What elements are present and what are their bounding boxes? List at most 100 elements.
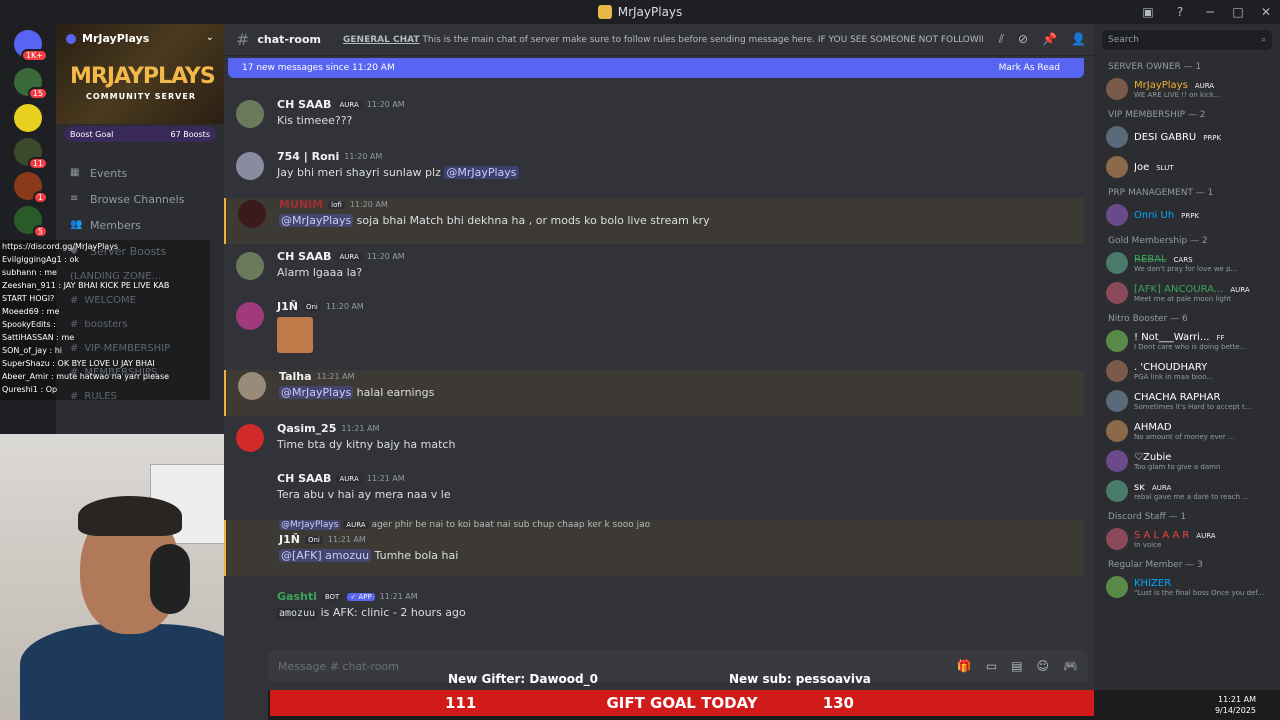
pin-icon[interactable]: 📌: [1042, 32, 1057, 47]
nav-events[interactable]: ▦ Events: [64, 160, 216, 186]
server-icon[interactable]: 15: [14, 68, 48, 100]
gift-goal-label: GIFT GOAL TODAY: [606, 694, 758, 712]
server-banner[interactable]: MrJayPlays ⌄ MRJAYPLAYS COMMUNITY SERVER: [56, 24, 224, 124]
member-item[interactable]: Joe SLUT: [1094, 152, 1280, 182]
user-mention[interactable]: @MrJayPlays: [444, 166, 519, 179]
member-name: DESI GABRU PRPK: [1134, 132, 1274, 143]
user-mention[interactable]: @MrJayPlays: [279, 386, 354, 399]
role-tag: AURA: [336, 100, 362, 109]
overlay-line: Moeed69 : me: [2, 307, 60, 316]
gift-target: 130: [822, 694, 854, 712]
search-input[interactable]: Search ⌕: [1102, 30, 1272, 50]
member-name: AHMAD: [1134, 421, 1172, 433]
avatar[interactable]: [238, 200, 266, 228]
member-item[interactable]: KHIZER "Lust is the final boss Once you d…: [1094, 572, 1280, 602]
mute-icon[interactable]: ⊘: [1018, 32, 1028, 47]
avatar[interactable]: [236, 152, 264, 180]
member-status: No amount of money ever ...: [1134, 432, 1235, 441]
member-item[interactable]: ♡Zubie Too glam to give a damn: [1094, 446, 1280, 476]
member-name: ! Not___Warri... FF: [1134, 332, 1274, 343]
streamer-body: [20, 624, 250, 720]
server-icon[interactable]: [14, 104, 42, 132]
avatar[interactable]: [238, 372, 266, 400]
message: CH SAAB AURA 11:20 AM Kis timeee???: [224, 98, 1084, 144]
role-tag: Oni: [304, 535, 323, 544]
message-text: @[AFK] amozuu Tumhe bola hai: [279, 549, 459, 562]
avatar[interactable]: [236, 302, 264, 330]
window-title: MrJayPlays: [597, 5, 682, 19]
avatar: [1106, 420, 1128, 442]
system-clock[interactable]: 11:21 AM 9/14/2025: [1215, 694, 1256, 716]
member-status: PGA link in maa bioo...: [1134, 372, 1213, 381]
member-item[interactable]: DESI GABRU PRPK: [1094, 122, 1280, 152]
member-item[interactable]: Onni Uh PRPK: [1094, 200, 1280, 230]
headphones: [150, 544, 190, 614]
avatar[interactable]: [236, 424, 264, 452]
member-item[interactable]: ꜱᴋ AURA rebal gave me a dare to reach ...: [1094, 476, 1280, 506]
member-name: ꜱᴋ AURA: [1134, 482, 1274, 493]
role-group-title: VIP MEMBERSHIP — 2: [1108, 110, 1206, 120]
role-group-title: SERVER OWNER — 1: [1108, 62, 1202, 72]
member-item[interactable]: R̶E̶B̶A̶L̶ CARS We don't pray for love we …: [1094, 248, 1280, 278]
new-messages-bar[interactable]: 17 new messages since 11:20 AM Mark As R…: [228, 58, 1084, 78]
threads-icon[interactable]: ⫽: [999, 32, 1004, 47]
channel-topic[interactable]: GENERAL CHAT This is the main chat of se…: [343, 35, 983, 45]
server-icon[interactable]: 11: [14, 138, 48, 170]
user-mention[interactable]: @[AFK] amozuu: [279, 549, 372, 562]
gift-icon[interactable]: 🎁: [957, 659, 972, 673]
message: J1Ň Oni 11:20 AM: [224, 300, 1084, 360]
calendar-icon: ▦: [70, 167, 80, 178]
avatar: [1106, 204, 1128, 226]
sticker-icon[interactable]: ▤: [1011, 659, 1022, 673]
inbox-icon[interactable]: ▣: [1140, 4, 1156, 20]
help-icon[interactable]: ?: [1172, 4, 1188, 20]
nav-browse-channels[interactable]: ≡ Browse Channels: [64, 186, 216, 212]
member-status: I Dont care who is doing bette...: [1134, 342, 1247, 351]
maximize-button[interactable]: □: [1224, 0, 1252, 24]
member-item[interactable]: AHMAD No amount of money ever ...: [1094, 416, 1280, 446]
role-tag: SLUT: [1153, 163, 1177, 172]
avatar: [1106, 78, 1128, 100]
games-icon[interactable]: 🎮: [1063, 659, 1078, 673]
avatar: [1106, 282, 1128, 304]
server-icon[interactable]: 1: [14, 172, 48, 204]
minimize-button[interactable]: ─: [1196, 0, 1224, 24]
gif-icon[interactable]: ▭: [986, 659, 997, 673]
server-icon[interactable]: 5: [14, 206, 48, 238]
server-header[interactable]: MrJayPlays: [66, 32, 149, 45]
reply-preview[interactable]: @MrJayPlays AURA ager phir be nai to koi…: [279, 520, 650, 530]
member-item[interactable]: S A L A A R AURA In voice: [1094, 524, 1280, 554]
boost-goal[interactable]: Boost Goal 67 Boosts: [64, 126, 216, 142]
member-item[interactable]: CHACHA RAPHAR Sometimes it's Hard to acce…: [1094, 386, 1280, 416]
member-item[interactable]: ! Not___Warri... FF I Dont care who is doi…: [1094, 326, 1280, 356]
member-name: R̶E̶B̶A̶L̶ CARS: [1134, 254, 1274, 265]
user-mention[interactable]: @MrJayPlays: [279, 214, 354, 227]
member-status: In voice: [1134, 540, 1162, 549]
member-status: Sometimes it's Hard to accept t...: [1134, 402, 1252, 411]
avatar: [1106, 330, 1128, 352]
role-tag: PRPK: [1178, 211, 1203, 220]
overlay-line: SattiHASSAN : me: [2, 333, 75, 342]
role-tag: FF: [1213, 333, 1228, 342]
member-item[interactable]: . 'CHOUDHARY PGA link in maa bioo...: [1094, 356, 1280, 386]
chevron-down-icon[interactable]: ⌄: [206, 32, 214, 43]
sticker-image[interactable]: [277, 317, 313, 353]
title-bar-icons: ▣ ?: [1140, 4, 1188, 20]
channel-header: # chat-room GENERAL CHAT This is the mai…: [224, 24, 1094, 56]
bot-tag: BOT: [321, 592, 343, 601]
nav-members[interactable]: 👥 Members: [64, 212, 216, 238]
avatar[interactable]: [236, 252, 264, 280]
avatar[interactable]: [236, 100, 264, 128]
direct-messages-icon[interactable]: 1K+: [14, 30, 48, 62]
title-bar: MrJayPlays ▣ ? ─ □ ✕: [0, 0, 1280, 24]
message-input[interactable]: Message # chat-room 🎁 ▭ ▤ ☺ 🎮: [268, 650, 1088, 682]
role-group-title: Regular Member — 3: [1108, 560, 1203, 570]
member-list-icon[interactable]: 👤: [1071, 32, 1086, 47]
mark-as-read-button[interactable]: Mark As Read: [999, 63, 1060, 73]
member-item[interactable]: [AFK] ANCOURA... AURA Meet me at pale moon…: [1094, 278, 1280, 308]
member-item[interactable]: MrJayPlays AURA WE ARE LIVE !! on kick...: [1094, 74, 1280, 104]
emoji-icon[interactable]: ☺: [1037, 659, 1050, 673]
list-icon: ≡: [70, 193, 79, 204]
avatar: [1106, 360, 1128, 382]
close-button[interactable]: ✕: [1252, 0, 1280, 24]
